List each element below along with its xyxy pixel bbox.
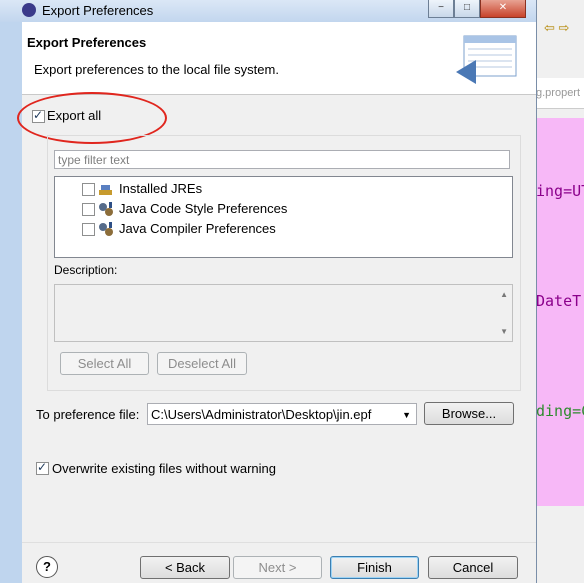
back-button[interactable]: < Back xyxy=(140,556,230,579)
tree-item-label: Java Code Style Preferences xyxy=(119,201,288,216)
minimize-button[interactable]: − xyxy=(428,0,454,18)
close-button[interactable]: ✕ xyxy=(480,0,526,18)
editor-pink-area xyxy=(536,118,584,506)
dialog-client-area: Export Preferences Export preferences to… xyxy=(17,22,536,583)
tree-item-label: Java Compiler Preferences xyxy=(119,221,276,236)
nav-arrows-icon[interactable]: ⇦ ⇨ xyxy=(544,20,569,36)
preferences-icon xyxy=(98,221,114,237)
bg-code-line: ding=C xyxy=(536,402,584,420)
page-title: Export Preferences xyxy=(27,35,147,50)
tree-item-checkbox[interactable] xyxy=(82,223,95,236)
overwrite-label[interactable]: Overwrite existing files without warning xyxy=(52,461,276,476)
browse-button[interactable]: Browse... xyxy=(424,402,514,425)
eclipse-icon xyxy=(22,3,36,17)
next-button[interactable]: Next > xyxy=(233,556,322,579)
background-editor-right: ⇦ ⇨ g.propert ing=UT DateT ding=C xyxy=(536,0,584,583)
export-wizard-icon xyxy=(456,35,517,84)
tree-item-checkbox[interactable] xyxy=(82,183,95,196)
page-description: Export preferences to the local file sys… xyxy=(34,62,279,77)
scroll-up-icon[interactable]: ▲ xyxy=(500,290,508,299)
jre-icon xyxy=(98,181,114,197)
editor-tab[interactable]: g.propert xyxy=(536,78,584,109)
finish-button[interactable]: Finish xyxy=(330,556,419,579)
tree-item-label: Installed JREs xyxy=(119,181,203,196)
window-title: Export Preferences xyxy=(42,3,154,18)
bg-code-line: ing=UT xyxy=(536,182,584,200)
scroll-down-icon[interactable]: ▼ xyxy=(500,327,508,336)
tree-item-checkbox[interactable] xyxy=(82,203,95,216)
description-box: ▲ ▼ xyxy=(54,284,513,342)
cancel-button[interactable]: Cancel xyxy=(428,556,518,579)
preferences-tree[interactable]: Installed JREs Java Code Style Preferenc… xyxy=(54,176,513,258)
description-label: Description: xyxy=(54,263,118,277)
title-bar[interactable]: Export Preferences − □ ✕ xyxy=(0,0,536,22)
chevron-down-icon[interactable]: ▼ xyxy=(402,404,411,426)
select-all-button[interactable]: Select All xyxy=(60,352,149,375)
wizard-header: Export Preferences Export preferences to… xyxy=(22,22,536,95)
bg-code-line: DateT xyxy=(536,292,582,310)
footer-separator xyxy=(22,542,536,543)
preference-file-combo[interactable]: C:\Users\Administrator\Desktop\jin.epf ▼ xyxy=(147,403,417,425)
preference-file-label: To preference file: xyxy=(36,407,140,422)
export-preferences-dialog: Export Preferences − □ ✕ Export Preferen… xyxy=(0,0,537,583)
overwrite-checkbox[interactable] xyxy=(36,460,49,475)
deselect-all-button[interactable]: Deselect All xyxy=(157,352,247,375)
preference-file-value: C:\Users\Administrator\Desktop\jin.epf xyxy=(151,407,372,422)
preferences-icon xyxy=(98,201,114,217)
maximize-button[interactable]: □ xyxy=(454,0,480,18)
help-icon[interactable]: ? xyxy=(36,556,58,578)
filter-input[interactable]: type filter text xyxy=(54,150,510,169)
